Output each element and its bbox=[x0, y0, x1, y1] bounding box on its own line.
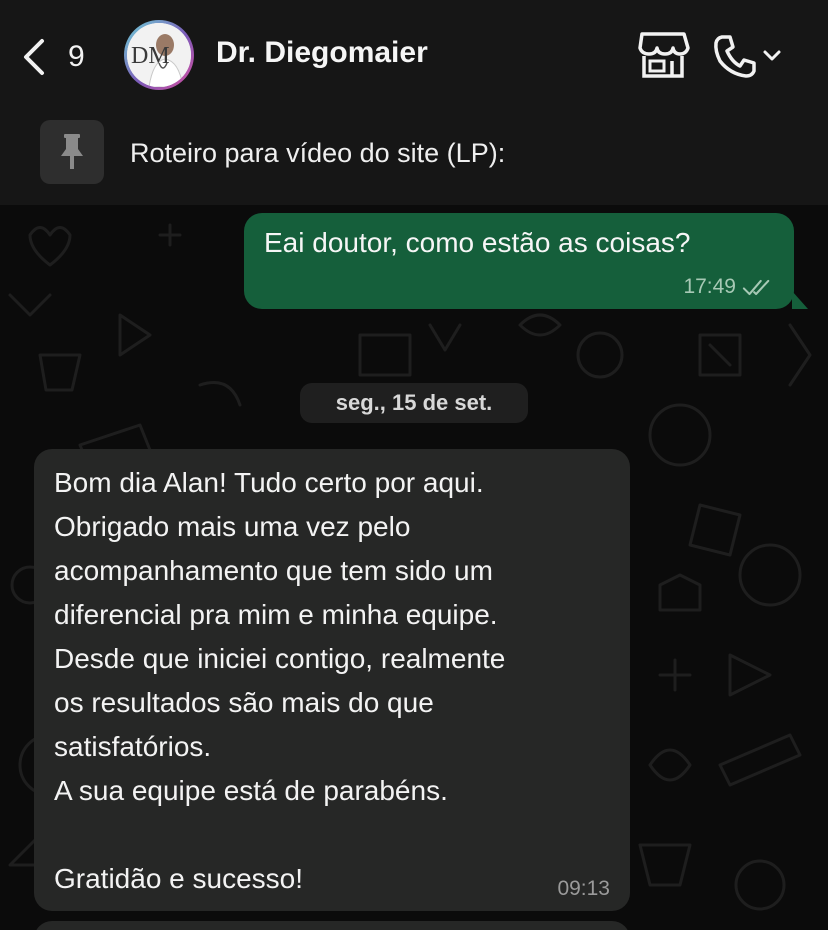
message-line: satisfatórios. bbox=[54, 731, 212, 762]
message-line: A sua equipe está de parabéns. bbox=[54, 775, 448, 806]
date-separator: seg., 15 de set. bbox=[300, 383, 528, 423]
message-line: acompanhamento que tem sido um bbox=[54, 555, 493, 586]
phone-icon bbox=[714, 35, 756, 78]
storefront-icon bbox=[638, 32, 690, 78]
avatar[interactable]: DM bbox=[124, 20, 194, 90]
chevron-down-icon bbox=[763, 50, 781, 61]
pinned-icon-box[interactable] bbox=[40, 120, 104, 184]
outgoing-message-text: Eai doutor, como estão as coisas? bbox=[264, 227, 691, 258]
message-line: Desde que iniciei contigo, realmente bbox=[54, 643, 506, 674]
avatar-image: DM bbox=[127, 23, 191, 87]
pinned-message-banner[interactable]: Roteiro para vídeo do site (LP): bbox=[0, 110, 828, 205]
chevron-left-icon bbox=[24, 39, 44, 75]
back-button[interactable]: 9 bbox=[18, 30, 108, 84]
message-line: Gratidão e sucesso! bbox=[54, 863, 304, 894]
message-line: Obrigado mais uma vez pelo bbox=[54, 511, 411, 542]
message-line bbox=[54, 813, 610, 857]
outgoing-message-bubble[interactable]: Eai doutor, como estão as coisas? 17:49 bbox=[244, 213, 808, 309]
avatar-portrait: DM bbox=[127, 23, 191, 87]
outgoing-message-meta: 17:49 bbox=[683, 275, 772, 299]
avatar-logo-letters: DM bbox=[131, 43, 170, 69]
pinned-message-text[interactable]: Roteiro para vídeo do site (LP): bbox=[130, 138, 505, 169]
message-line: os resultados são mais do que bbox=[54, 687, 434, 718]
catalog-button[interactable] bbox=[636, 30, 690, 82]
double-check-icon bbox=[742, 279, 770, 295]
chat-header: 9 DM Dr. Diegomaier Roteiro para vídeo d… bbox=[0, 0, 828, 205]
unread-count: 9 bbox=[68, 40, 85, 73]
next-message-bubble-partial[interactable] bbox=[34, 921, 630, 930]
message-line: Bom dia Alan! Tudo certo por aqui. bbox=[54, 467, 484, 498]
bubble-tail bbox=[792, 291, 808, 309]
incoming-message-bubble[interactable]: Bom dia Alan! Tudo certo por aqui. Obrig… bbox=[34, 449, 630, 911]
contact-name[interactable]: Dr. Diegomaier bbox=[216, 36, 428, 70]
message-line: diferencial pra mim e minha equipe. bbox=[54, 599, 498, 630]
message-time: 17:49 bbox=[683, 275, 736, 298]
voice-call-button[interactable] bbox=[712, 30, 784, 82]
message-time: 09:13 bbox=[557, 877, 610, 900]
top-bar: 9 DM Dr. Diegomaier bbox=[0, 0, 828, 110]
chat-area[interactable]: Eai doutor, como estão as coisas? 17:49 … bbox=[0, 205, 828, 930]
pin-icon bbox=[61, 134, 83, 169]
